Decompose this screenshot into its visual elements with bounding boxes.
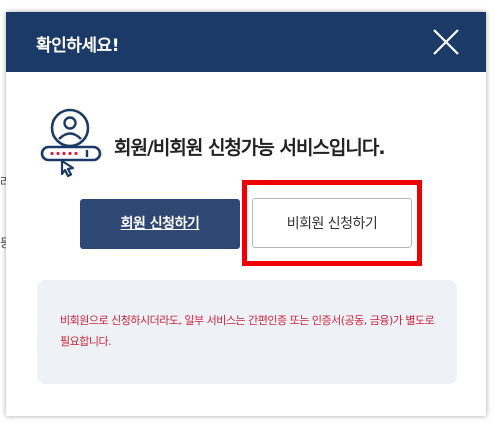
member-apply-button[interactable]: 회원 신청하기: [80, 199, 240, 249]
notice-text: 비회원으로 신청하시더라도, 일부 서비스는 간편인증 또는 인증서(공동, 금…: [60, 314, 435, 348]
modal-header: 확인하세요!: [6, 12, 486, 72]
user-id-card-icon: [40, 108, 104, 178]
service-intro-text: 회원/비회원 신청가능 서비스입니다.: [114, 137, 386, 159]
notice-box: 비회원으로 신청하시더라도, 일부 서비스는 간편인증 또는 인증서(공동, 금…: [37, 280, 457, 384]
close-button[interactable]: [430, 26, 462, 58]
close-icon: [433, 29, 459, 55]
modal-title: 확인하세요!: [36, 36, 119, 56]
confirm-modal: 확인하세요! 회원/비회원 신청가능 서비스입니다. 회원 신청하기 비회원 신…: [6, 12, 486, 416]
guest-apply-button[interactable]: 비회원 신청하기: [252, 198, 412, 248]
